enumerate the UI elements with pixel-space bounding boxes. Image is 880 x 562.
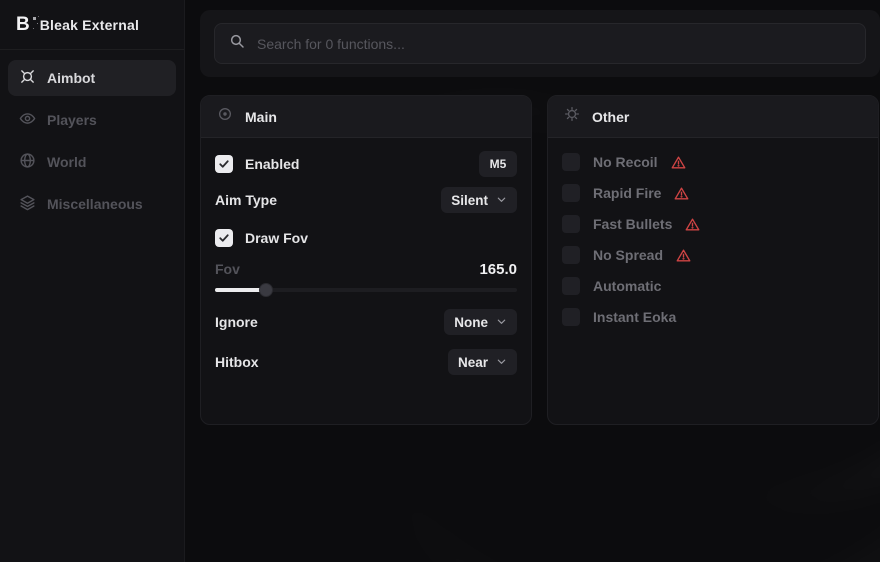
fov-slider[interactable] xyxy=(215,283,517,297)
globe-icon xyxy=(19,152,36,172)
fov-slider-thumb[interactable] xyxy=(259,283,273,297)
sidebar-header: B Bleak External xyxy=(0,0,184,50)
eye-icon xyxy=(19,110,36,130)
other-panel: Other No Recoil Rapid Fire xyxy=(547,95,879,425)
main-content: Main Enabled M5 Aim Type xyxy=(185,0,880,562)
fast-bullets-label: Fast Bullets xyxy=(593,216,672,232)
fov-row: Fov 165.0 xyxy=(215,259,517,279)
target-icon xyxy=(217,106,233,127)
no-spread-row: No Spread xyxy=(562,246,864,264)
enabled-checkbox[interactable] xyxy=(215,155,233,173)
rapid-fire-row: Rapid Fire xyxy=(562,184,864,202)
layers-icon xyxy=(19,194,36,214)
search-icon xyxy=(229,33,245,54)
fov-label: Fov xyxy=(215,261,240,277)
search-box[interactable] xyxy=(214,23,866,64)
sidebar-item-players[interactable]: Players xyxy=(8,102,176,138)
no-recoil-label: No Recoil xyxy=(593,154,658,170)
chevron-down-icon xyxy=(496,315,507,330)
panels-row: Main Enabled M5 Aim Type xyxy=(200,95,880,425)
warning-icon xyxy=(685,217,700,232)
aim-type-label: Aim Type xyxy=(215,192,277,208)
chevron-down-icon xyxy=(496,193,507,208)
aim-type-row: Aim Type Silent xyxy=(215,187,517,213)
no-recoil-row: No Recoil xyxy=(562,153,864,171)
hitbox-label: Hitbox xyxy=(215,354,259,370)
rapid-fire-checkbox[interactable] xyxy=(562,184,580,202)
main-panel-body: Enabled M5 Aim Type Silent xyxy=(201,138,531,388)
enabled-row: Enabled M5 xyxy=(215,151,517,177)
ignore-dropdown[interactable]: None xyxy=(444,309,517,335)
other-panel-header: Other xyxy=(548,96,878,138)
fast-bullets-row: Fast Bullets xyxy=(562,215,864,233)
hitbox-row: Hitbox Near xyxy=(215,349,517,375)
gear-icon xyxy=(564,106,580,127)
main-panel-header: Main xyxy=(201,96,531,138)
sidebar-item-label: Players xyxy=(47,112,97,128)
no-spread-label: No Spread xyxy=(593,247,663,263)
app-logo-icon: B xyxy=(16,15,30,34)
instant-eoka-row: Instant Eoka xyxy=(562,308,864,326)
panel-title: Main xyxy=(245,109,277,125)
app-title: Bleak External xyxy=(40,17,139,33)
fast-bullets-checkbox[interactable] xyxy=(562,215,580,233)
app-window: B Bleak External Aimbot xyxy=(0,0,880,562)
hitbox-value: Near xyxy=(458,355,488,370)
draw-fov-checkbox[interactable] xyxy=(215,229,233,247)
warning-icon xyxy=(674,186,689,201)
sidebar-item-label: World xyxy=(47,154,86,170)
ignore-value: None xyxy=(454,315,488,330)
search-input[interactable] xyxy=(257,36,851,52)
warning-icon xyxy=(676,248,691,263)
aim-type-dropdown[interactable]: Silent xyxy=(441,187,517,213)
hitbox-dropdown[interactable]: Near xyxy=(448,349,517,375)
sidebar-item-miscellaneous[interactable]: Miscellaneous xyxy=(8,186,176,222)
instant-eoka-label: Instant Eoka xyxy=(593,309,676,325)
sidebar-nav: Aimbot Players xyxy=(0,50,184,232)
other-panel-body: No Recoil Rapid Fire F xyxy=(548,138,878,352)
search-panel xyxy=(200,10,880,77)
crosshair-icon xyxy=(19,68,36,88)
automatic-label: Automatic xyxy=(593,278,661,294)
main-panel: Main Enabled M5 Aim Type xyxy=(200,95,532,425)
draw-fov-label: Draw Fov xyxy=(245,230,308,246)
ignore-row: Ignore None xyxy=(215,309,517,335)
panel-title: Other xyxy=(592,109,629,125)
chevron-down-icon xyxy=(496,355,507,370)
warning-icon xyxy=(671,155,686,170)
sidebar-item-world[interactable]: World xyxy=(8,144,176,180)
sidebar-item-aimbot[interactable]: Aimbot xyxy=(8,60,176,96)
no-spread-checkbox[interactable] xyxy=(562,246,580,264)
draw-fov-row: Draw Fov xyxy=(215,225,517,251)
rapid-fire-label: Rapid Fire xyxy=(593,185,661,201)
automatic-row: Automatic xyxy=(562,277,864,295)
no-recoil-checkbox[interactable] xyxy=(562,153,580,171)
sidebar-item-label: Miscellaneous xyxy=(47,196,143,212)
ignore-label: Ignore xyxy=(215,314,258,330)
fov-value: 165.0 xyxy=(479,261,517,278)
enabled-label: Enabled xyxy=(245,156,299,172)
instant-eoka-checkbox[interactable] xyxy=(562,308,580,326)
aim-type-value: Silent xyxy=(451,193,488,208)
sidebar-item-label: Aimbot xyxy=(47,70,95,86)
sidebar: B Bleak External Aimbot xyxy=(0,0,185,562)
enabled-keybind-button[interactable]: M5 xyxy=(479,151,517,177)
automatic-checkbox[interactable] xyxy=(562,277,580,295)
